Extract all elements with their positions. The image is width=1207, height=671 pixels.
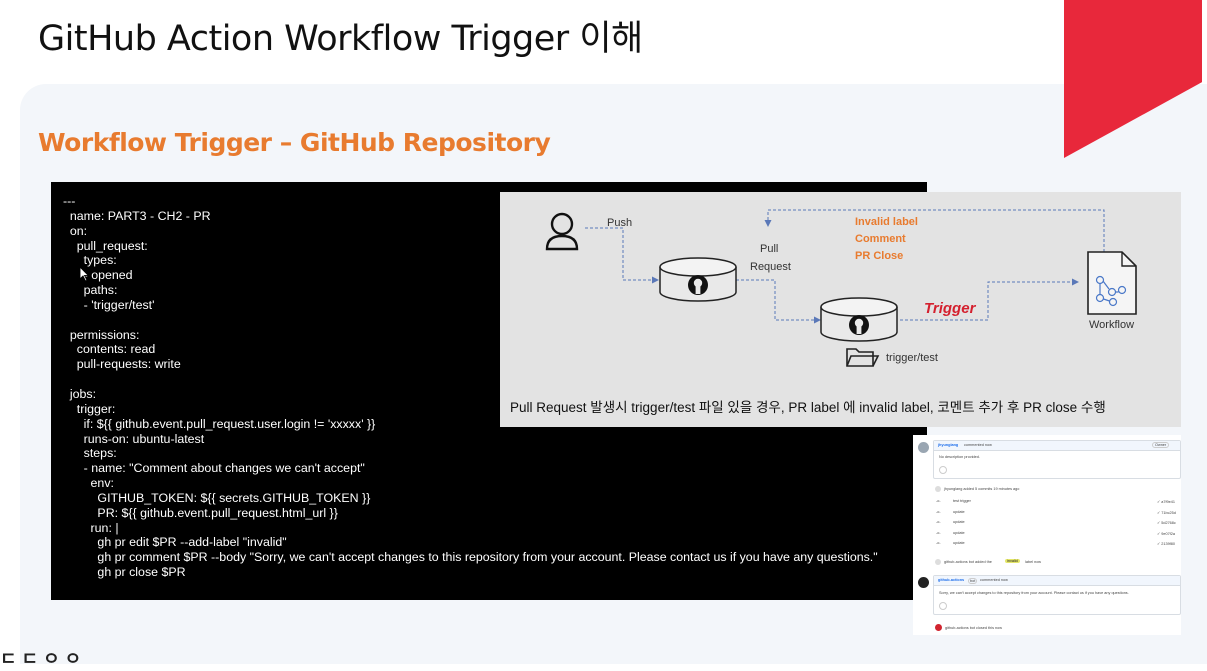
bot-badge: bot [968,578,978,584]
commit-dot-icon: -o- [936,509,941,514]
github-actions-avatar [918,577,929,588]
user-icon [545,212,579,251]
commit-sha[interactable]: ✓ 9e07f2a [1157,531,1175,536]
comment-time: commented now [964,443,992,447]
avatar [918,442,929,453]
commit-dot-icon: -o- [936,541,941,545]
code-line: gh pr close $PR [63,565,186,580]
code-line: GITHUB_TOKEN: ${{ secrets.GITHUB_TOKEN }… [63,490,371,505]
commit-sha[interactable]: ✓ 71bc25d [1157,510,1176,515]
folder-label: trigger/test [886,352,938,364]
bot-comment-body: Sorry, we can't accept changes to this r… [939,591,1129,595]
owner-badge: Owner [1152,442,1170,448]
comment-label-text: Comment [855,233,906,245]
code-line: run: | [63,520,119,535]
code-line: gh pr comment $PR --body "Sorry, we can'… [63,550,878,565]
commit-message[interactable]: update [953,520,965,524]
closed-event-icon [935,624,942,631]
invalid-label-text: Invalid label [855,216,918,228]
bot-comment-time: commented now [980,578,1008,582]
commits-header: jhyunglang added 5 commits 19 minutes ag… [944,487,1020,491]
feedback-arrow [764,209,1105,252]
bot-comment-box: github-actions bot commented now Sorry, … [933,575,1181,615]
code-line: - name: "Comment about changes we can't … [63,461,365,476]
commit-sha[interactable]: ✓ 2139f80 [1157,541,1175,546]
code-line: env: [63,476,114,491]
commit-message[interactable]: update [953,510,965,514]
pr-close-label-text: PR Close [855,250,904,262]
commit-sha[interactable]: ✓ 5d2768c [1157,520,1176,525]
mouse-cursor-icon [79,266,89,282]
commit-message[interactable]: update [953,531,965,535]
pull-request-arrow [736,279,821,324]
pull-label: Pull [760,243,779,255]
label-event-icon [935,559,941,565]
github-icon [688,275,708,295]
workflow-diagram: Push Pull Request Invalid label Comment … [500,192,1181,427]
emoji-reaction-icon[interactable] [939,602,947,610]
diagram-caption: Pull Request 발생시 trigger/test 파일 있을 경우, … [510,400,1106,415]
comment-author[interactable]: jhyunglang [938,443,958,447]
code-line: gh pr edit $PR --add-label "invalid" [63,535,287,550]
commit-sha[interactable]: ✓ a7f9e41 [1157,499,1175,504]
request-label: Request [750,261,791,273]
folder-icon [846,348,880,367]
trigger-label: Trigger [924,300,976,317]
push-label: Push [607,217,633,229]
github-icon [849,315,869,335]
comment-body: No description provided. [939,455,980,459]
code-line: PR: ${{ github.event.pull_request.html_u… [63,505,338,520]
code-line: steps: [63,446,117,461]
commit-dot-icon: -o- [936,520,941,524]
label-event-text-post: label now [1025,560,1042,564]
slide-title: GitHub Action Workflow Trigger 이해 [38,19,643,59]
bot-comment-author[interactable]: github-actions [938,578,964,582]
diagram-canvas [545,209,1137,367]
closed-event-text: github-actions bot closed this now [945,626,1002,630]
commit-dot-icon: -o- [936,530,941,535]
corner-fragment-text: ㄷ ㄷ ㅇ ㅇ [0,649,82,669]
comment-box: jhyunglang commented now Owner No descri… [933,440,1181,479]
emoji-reaction-icon[interactable] [939,466,947,474]
invalid-label-badge[interactable]: invalid [1005,559,1020,563]
commit-message[interactable]: test trigger [953,499,971,503]
pull-request-screenshot: jhyunglang commented now Owner No descri… [913,435,1181,635]
commit-dot-icon: -o- [936,499,941,503]
label-event-text-pre: github-actions bot added the [944,560,992,564]
workflow-label: Workflow [1089,319,1135,331]
push-arrow [585,227,659,284]
commit-timeline-icon [935,486,941,492]
commit-message[interactable]: update [953,541,965,545]
workflow-file-icon [1087,251,1137,315]
code-line: runs-on: ubuntu-latest [63,431,205,446]
section-title: Workflow Trigger – GitHub Repository [38,128,551,157]
